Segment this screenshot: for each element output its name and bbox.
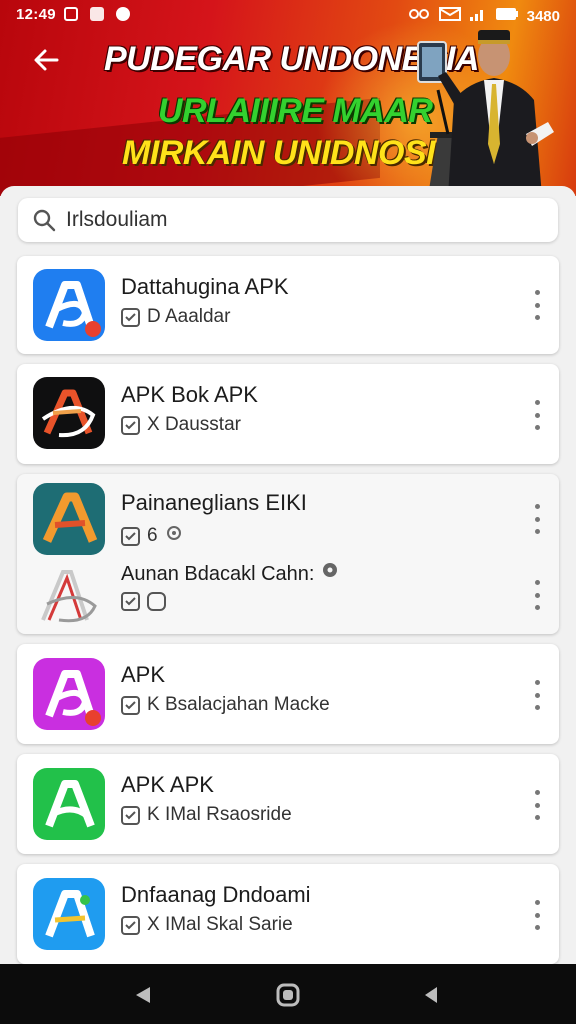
app-subtitle: K Bsalacjahan Macke <box>121 694 330 716</box>
app-icon <box>33 377 105 449</box>
list-item[interactable]: Aunan Bdacakl Cahn: <box>17 556 559 634</box>
app-subtitle-text: X IMal Skal Sarie <box>147 914 293 935</box>
list-item[interactable]: APK APK K IMal Rsaosride <box>17 758 559 848</box>
app-name: Dnfaanag Dndoami <box>121 882 311 907</box>
app-card-group[interactable]: Painaneglians EIKI 6 Aunan Bdacakl Cahn: <box>17 474 559 634</box>
check-icon <box>121 915 140 935</box>
settings-gear-icon <box>320 563 340 585</box>
circle-notification-icon <box>116 7 130 21</box>
presenter-illustration <box>417 30 554 196</box>
app-name: Painaneglians EIKI <box>121 490 307 515</box>
more-vert-icon[interactable] <box>533 790 541 820</box>
notification-icon <box>64 7 78 21</box>
more-vert-icon[interactable] <box>533 504 541 534</box>
app-subtitle-text: 6 <box>147 525 158 546</box>
nav-back-button[interactable] <box>128 980 158 1010</box>
nav-back-icon <box>136 987 150 1003</box>
app-subtitle: X IMal Skal Sarie <box>121 914 293 936</box>
search-input[interactable] <box>66 208 536 232</box>
more-vert-icon[interactable] <box>533 580 541 610</box>
check-icon <box>121 695 140 715</box>
nav-recents-icon <box>425 987 437 1003</box>
check-icon <box>121 592 140 611</box>
list-item[interactable]: Dattahugina APK D Aaaldar <box>17 260 559 350</box>
list-item[interactable]: APK Bok APK X Dausstar <box>17 368 559 458</box>
app-root: 12:49 3480 PUDEGAR UNDONESIA URLAIIIRE M… <box>0 0 576 1024</box>
app-card[interactable]: Dnfaanag Dndoami X IMal Skal Sarie <box>17 864 559 964</box>
app-card[interactable]: Dattahugina APK D Aaaldar <box>17 256 559 354</box>
app-subtitle-text: X Dausstar <box>147 414 241 435</box>
search-bar[interactable] <box>18 198 558 242</box>
app-card[interactable]: APK Bok APK X Dausstar <box>17 364 559 464</box>
list-item[interactable]: APK K Bsalacjahan Macke <box>17 648 559 738</box>
app-subtitle <box>121 592 166 611</box>
app-name: Dattahugina APK <box>121 274 289 299</box>
box-icon <box>147 592 166 611</box>
nav-home-button[interactable] <box>273 980 303 1010</box>
app-icon <box>33 658 105 730</box>
app-name: Aunan Bdacakl Cahn: <box>121 560 340 586</box>
list-item[interactable]: Dnfaanag Dndoami X IMal Skal Sarie <box>17 868 559 958</box>
back-arrow-icon <box>34 49 59 71</box>
app-subtitle: K IMal Rsaosride <box>121 804 292 826</box>
app-card[interactable]: APK APK K IMal Rsaosride <box>17 754 559 854</box>
more-vert-icon[interactable] <box>533 290 541 320</box>
back-button[interactable] <box>26 40 66 80</box>
nav-home-icon <box>276 983 300 1007</box>
check-icon <box>121 526 140 546</box>
check-icon <box>121 415 140 435</box>
app-name: APK <box>121 662 166 687</box>
app-subtitle: D Aaaldar <box>121 306 230 328</box>
more-vert-icon[interactable] <box>533 900 541 930</box>
header-banner: 12:49 3480 PUDEGAR UNDONESIA URLAIIIRE M… <box>0 0 576 196</box>
app-card[interactable]: APK K Bsalacjahan Macke <box>17 644 559 744</box>
app-notification-icon <box>90 7 104 21</box>
app-icon <box>33 768 105 840</box>
app-icon <box>33 269 105 341</box>
search-icon <box>33 209 56 232</box>
app-subtitle-text: K Bsalacjahan Macke <box>147 694 330 715</box>
check-icon <box>121 805 140 825</box>
status-notification-icons <box>64 7 130 21</box>
app-subtitle: 6 <box>121 524 183 548</box>
system-nav-bar <box>0 964 576 1024</box>
app-icon <box>33 560 105 632</box>
status-time: 12:49 <box>16 6 56 23</box>
app-subtitle: X Dausstar <box>121 414 241 436</box>
app-subtitle-text: D Aaaldar <box>147 306 231 327</box>
more-vert-icon[interactable] <box>533 680 541 710</box>
nav-recents-button[interactable] <box>416 980 446 1010</box>
gear-icon <box>165 524 183 548</box>
app-icon <box>33 878 105 950</box>
more-vert-icon[interactable] <box>533 400 541 430</box>
app-icon <box>33 483 105 555</box>
app-name-text: Aunan Bdacakl Cahn: <box>121 563 315 585</box>
banner-title-line3: MIRKAIN UNIDNOSII! <box>122 134 455 172</box>
list-item[interactable]: Painaneglians EIKI 6 <box>17 478 559 556</box>
app-name: APK APK <box>121 772 214 797</box>
banner-title-line2: URLAIIIRE MAAR <box>158 92 433 130</box>
app-name: APK Bok APK <box>121 382 258 407</box>
check-icon <box>121 307 140 327</box>
app-subtitle-text: K IMal Rsaosride <box>147 804 292 825</box>
